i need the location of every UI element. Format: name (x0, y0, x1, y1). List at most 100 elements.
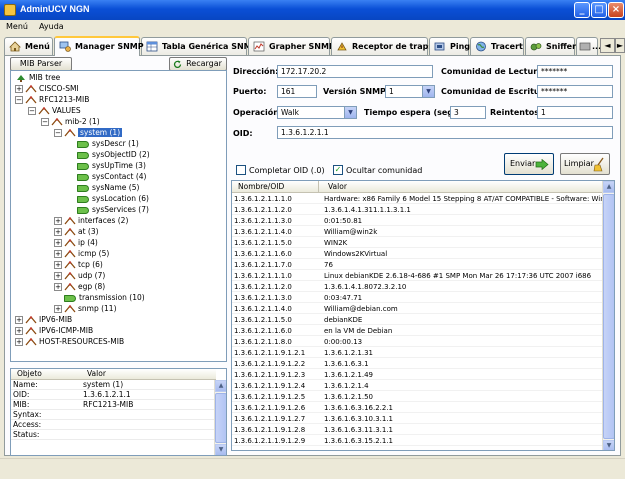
expand-icon[interactable]: + (15, 338, 23, 346)
espera-input[interactable]: 3 (450, 106, 486, 119)
expand-icon[interactable]: + (54, 305, 62, 313)
reintentos-input[interactable]: 1 (537, 106, 613, 119)
recargar-button[interactable]: Recargar (169, 57, 227, 71)
table-row[interactable]: 1.3.6.1.2.1.1.4.0 William@debian.com (232, 304, 604, 314)
tree-node[interactable]: + IPV6-MIB (15, 314, 72, 325)
expand-icon[interactable]: + (54, 283, 62, 291)
tree-node[interactable]: − VALUES (28, 105, 81, 116)
version-select[interactable]: 1 ▼ (385, 85, 435, 98)
properties-scroll-up[interactable]: ▲ (215, 380, 226, 392)
tree-node[interactable]: + ip (4) (54, 237, 98, 248)
tree-node[interactable]: + icmp (5) (54, 248, 109, 259)
chevron-down-icon[interactable]: ▼ (422, 86, 434, 97)
tree-node[interactable]: + IPV6-ICMP-MIB (15, 325, 93, 336)
table-row[interactable]: 1.3.6.1.2.1.1.1.0 Hardware: x86 Family 6 … (232, 194, 604, 204)
direccion-input[interactable]: 172.17.20.2 (277, 65, 433, 78)
tree-node[interactable]: sysObjectID (2) (67, 149, 150, 160)
tree-node[interactable]: + udp (7) (54, 270, 105, 281)
tab-sniffer[interactable]: Sniffer (525, 37, 576, 55)
table-row[interactable]: 1.3.6.1.2.1.1.9.1.2.3 1.3.6.1.2.1.49 (232, 370, 604, 380)
tree-node[interactable]: sysDescr (1) (67, 138, 139, 149)
table-row[interactable]: 1.3.6.1.2.1.1.9.1.2.5 1.3.6.1.2.1.50 (232, 392, 604, 402)
title-bar[interactable]: AdminUCV NGN _ □ × (0, 0, 625, 20)
operacion-select[interactable]: Walk ▼ (277, 106, 357, 119)
tree-node[interactable]: − system (1) (54, 127, 123, 138)
collapse-icon[interactable]: − (28, 107, 36, 115)
results-scroll-down[interactable]: ▼ (603, 440, 614, 450)
table-row[interactable]: 1.3.6.1.2.1.1.3.0 0:03:47.71 (232, 293, 604, 303)
expand-icon[interactable]: + (54, 272, 62, 280)
collapse-icon[interactable]: − (15, 96, 23, 104)
menu-item-menu[interactable]: Menú (0, 20, 33, 31)
tab-grapher-snmp[interactable]: Grapher SNMP (248, 37, 335, 55)
tab-scroll-right-button[interactable]: ► (615, 38, 625, 53)
results-header-valor[interactable]: Valor (328, 181, 347, 193)
table-row[interactable]: 1.3.6.1.2.1.1.2.0 1.3.6.1.4.1.311.1.1.3.1… (232, 205, 604, 215)
table-row[interactable]: 1.3.6.1.2.1.1.9.1.2.1 1.3.6.1.2.1.31 (232, 348, 604, 358)
tab-menu[interactable]: Menú (4, 37, 53, 55)
close-button[interactable]: × (608, 2, 624, 18)
table-row[interactable]: 1.3.6.1.2.1.1.9.1.2.6 1.3.6.1.6.3.16.2.2.… (232, 403, 604, 413)
properties-scroll-thumb[interactable] (215, 393, 226, 443)
expand-icon[interactable]: + (54, 217, 62, 225)
tree-node[interactable]: sysServices (7) (67, 204, 149, 215)
table-row[interactable]: 1.3.6.1.2.1.1.9.1.2.7 1.3.6.1.6.3.10.3.1.… (232, 414, 604, 424)
table-row[interactable]: 1.3.6.1.2.1.1.4.0 William@win2k (232, 227, 604, 237)
tab-more[interactable]: ... (576, 37, 601, 55)
tree-node[interactable]: + at (3) (54, 226, 99, 237)
tree-node[interactable]: − mib-2 (1) (41, 116, 100, 127)
tab-tracert[interactable]: Tracert (470, 37, 524, 55)
tree-node[interactable]: transmission (10) (54, 292, 145, 303)
properties-scrollbar[interactable]: ▲ ▼ (214, 380, 226, 455)
tree-node[interactable]: sysName (5) (67, 182, 139, 193)
tree-node[interactable]: sysLocation (6) (67, 193, 149, 204)
lectura-input[interactable]: ******* (537, 65, 613, 78)
tab-scroll-left-button[interactable]: ◄ (600, 38, 615, 53)
expand-icon[interactable]: + (15, 85, 23, 93)
mib-parser-button[interactable]: MIB Parser (10, 57, 72, 71)
tree-node[interactable]: + interfaces (2) (54, 215, 128, 226)
tree-node[interactable]: sysUpTime (3) (67, 160, 146, 171)
expand-icon[interactable]: + (15, 316, 23, 324)
tree-node[interactable]: + snmp (11) (54, 303, 117, 314)
results-scrollbar[interactable]: ▲ ▼ (602, 181, 614, 450)
tree-node[interactable]: + CISCO-SMI (15, 83, 79, 94)
tree-node[interactable]: + HOST-RESOURCES-MIB (15, 336, 124, 347)
tree-node[interactable]: MIB tree (15, 72, 60, 83)
table-row[interactable]: 1.3.6.1.2.1.1.5.0 debianKDE (232, 315, 604, 325)
tree-node[interactable]: sysContact (4) (67, 171, 146, 182)
chevron-down-icon[interactable]: ▼ (344, 107, 356, 118)
expand-icon[interactable]: + (54, 239, 62, 247)
table-row[interactable]: 1.3.6.1.2.1.1.9.1.2.4 1.3.6.1.2.1.4 (232, 381, 604, 391)
results-scroll-up[interactable]: ▲ (603, 181, 614, 193)
table-row[interactable]: 1.3.6.1.2.1.1.6.0 Windows2KVirtual (232, 249, 604, 259)
tab-tabla-generica[interactable]: Tabla Genérica SNMP (141, 37, 257, 55)
collapse-icon[interactable]: − (41, 118, 49, 126)
table-row[interactable]: 1.3.6.1.2.1.1.2.0 1.3.6.1.4.1.8072.3.2.10 (232, 282, 604, 292)
table-row[interactable]: 1.3.6.1.2.1.1.9.1.2.2 1.3.6.1.6.3.1 (232, 359, 604, 369)
tree-node[interactable]: − RFC1213-MIB (15, 94, 89, 105)
expand-icon[interactable]: + (54, 228, 62, 236)
maximize-button[interactable]: □ (591, 2, 607, 18)
results-scroll-thumb[interactable] (603, 194, 614, 439)
table-row[interactable]: 1.3.6.1.2.1.1.9.1.2.9 1.3.6.1.6.3.15.2.1.… (232, 436, 604, 446)
expand-icon[interactable]: + (54, 250, 62, 258)
table-row[interactable]: 1.3.6.1.2.1.1.3.0 0:01:50.81 (232, 216, 604, 226)
limpiar-button[interactable]: Limpiar (560, 153, 610, 175)
table-row[interactable]: 1.3.6.1.2.1.1.9.1.2.8 1.3.6.1.6.3.11.3.1.… (232, 425, 604, 435)
completar-oid-checkbox[interactable] (236, 165, 246, 175)
mib-tree[interactable]: MIB tree + CISCO-SMI − RFC1213-MIB − VALUES − mi… (10, 70, 227, 362)
results-header-oid[interactable]: Nombre/OID (238, 181, 284, 193)
tab-ping[interactable]: Ping (429, 37, 470, 55)
ocultar-comunidad-checkbox[interactable]: ✓ (333, 165, 343, 175)
tab-receptor-traps[interactable]: Receptor de traps (331, 37, 433, 55)
oid-input[interactable]: 1.3.6.1.2.1.1 (277, 126, 613, 139)
tree-node[interactable]: + tcp (6) (54, 259, 103, 270)
table-row[interactable]: 1.3.6.1.2.1.1.5.0 WIN2K (232, 238, 604, 248)
escritura-input[interactable]: ******* (537, 85, 613, 98)
tree-node[interactable]: + egp (8) (54, 281, 105, 292)
expand-icon[interactable]: + (15, 327, 23, 335)
table-row[interactable]: 1.3.6.1.2.1.1.1.0 Linux debianKDE 2.6.18-… (232, 271, 604, 281)
table-row[interactable]: 1.3.6.1.2.1.1.8.0 0:00:00.13 (232, 337, 604, 347)
collapse-icon[interactable]: − (54, 129, 62, 137)
